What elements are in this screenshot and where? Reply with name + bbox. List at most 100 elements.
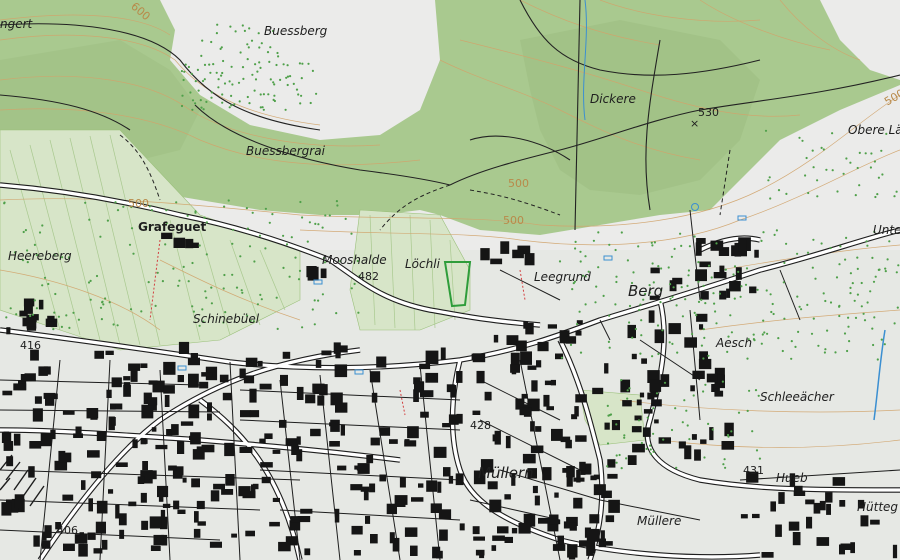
tree-symbol <box>212 63 215 66</box>
tree-symbol <box>608 314 611 317</box>
building <box>524 253 535 266</box>
tree-symbol <box>264 207 267 210</box>
tree-symbol <box>637 245 640 248</box>
tree-symbol <box>335 312 338 315</box>
building <box>317 395 325 406</box>
building <box>188 373 199 388</box>
tree-symbol <box>286 75 290 78</box>
tree-symbol <box>668 341 671 344</box>
tree-symbol <box>726 350 729 353</box>
tree-symbol <box>52 328 55 331</box>
tree-symbol <box>215 31 218 35</box>
tree-symbol <box>751 430 754 433</box>
tree-symbol <box>275 296 278 299</box>
building <box>96 500 108 514</box>
building <box>279 419 287 428</box>
tree-symbol <box>294 256 297 259</box>
tree-symbol <box>730 430 733 433</box>
tree-symbol <box>571 288 574 291</box>
tree-symbol <box>628 321 631 324</box>
tree-symbol <box>760 342 763 345</box>
building <box>38 299 44 310</box>
tree-symbol <box>704 302 707 305</box>
tree-symbol <box>739 295 742 298</box>
tree-symbol <box>210 96 213 99</box>
building <box>137 476 145 484</box>
building <box>775 524 782 537</box>
tree-symbol <box>148 205 151 208</box>
tree-symbol <box>703 336 706 339</box>
tree-symbol <box>95 274 99 278</box>
tree-symbol <box>53 311 56 314</box>
building <box>231 533 237 538</box>
building <box>870 519 880 525</box>
tree-symbol <box>881 173 884 176</box>
tree-symbol <box>726 433 730 437</box>
tree-symbol <box>262 108 265 111</box>
tree-symbol <box>878 268 881 271</box>
building <box>26 326 37 331</box>
building <box>497 526 509 534</box>
building <box>105 350 114 355</box>
tree-symbol <box>618 453 621 457</box>
tree-symbol <box>849 161 852 164</box>
building <box>456 413 463 424</box>
building <box>654 329 665 344</box>
building <box>337 465 347 471</box>
tree-symbol <box>203 216 206 219</box>
tree-symbol <box>748 389 751 392</box>
tree-symbol <box>660 267 663 270</box>
tree-symbol <box>685 409 688 412</box>
building <box>130 369 138 382</box>
tree-symbol <box>256 303 259 306</box>
building <box>510 364 520 373</box>
building <box>489 499 502 513</box>
tree-symbol <box>272 81 275 84</box>
tree-symbol <box>718 292 722 295</box>
tree-symbol <box>353 282 356 285</box>
tree-symbol <box>756 288 759 291</box>
building <box>173 237 186 248</box>
tree-symbol <box>710 276 713 279</box>
tree-symbol <box>235 286 239 289</box>
building <box>194 511 199 523</box>
tree-symbol <box>182 265 185 268</box>
building <box>209 541 222 548</box>
building <box>565 439 572 449</box>
building <box>634 415 642 421</box>
tree-symbol <box>831 132 834 135</box>
building <box>437 481 442 493</box>
building <box>692 370 705 379</box>
building <box>793 490 806 496</box>
building <box>369 483 376 493</box>
building <box>399 477 406 488</box>
tree-symbol <box>869 290 872 293</box>
building <box>149 516 162 529</box>
building <box>549 514 559 525</box>
building <box>505 435 511 449</box>
tree-symbol <box>246 95 249 99</box>
tree-symbol <box>253 89 256 92</box>
tree-symbol <box>880 149 883 152</box>
tree-symbol <box>208 63 211 66</box>
building <box>224 442 235 457</box>
building <box>826 503 831 515</box>
building <box>158 489 164 502</box>
spot-height-530: 530 <box>698 106 719 119</box>
building <box>249 388 257 403</box>
building <box>197 521 206 526</box>
building <box>554 492 559 498</box>
building <box>110 403 116 410</box>
tree-symbol <box>116 324 119 327</box>
building <box>290 516 300 523</box>
topographic-map[interactable]: ngert Buessberg Buessbergrai Dickere Obe… <box>0 0 900 560</box>
tree-symbol <box>661 329 664 332</box>
tree-symbol <box>210 286 213 289</box>
tree-symbol <box>248 245 252 248</box>
tree-symbol <box>241 66 245 69</box>
tree-symbol <box>614 248 617 252</box>
building <box>569 522 577 531</box>
tree-symbol <box>129 308 133 311</box>
tree-symbol <box>671 342 674 345</box>
tree-symbol <box>838 263 841 266</box>
